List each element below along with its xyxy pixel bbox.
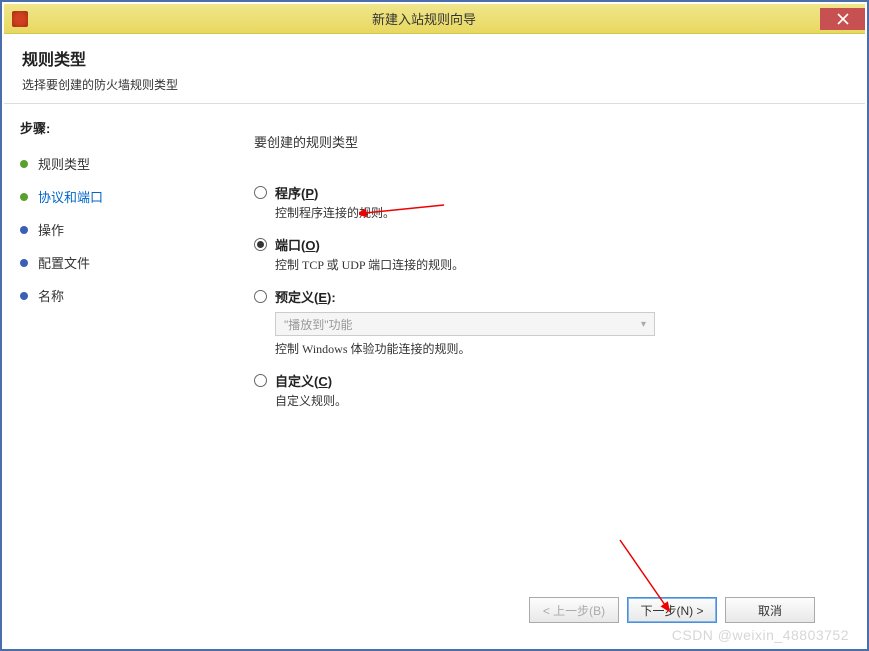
back-button: < 上一步(B) (529, 597, 619, 623)
option-custom-group: 自定义(C) 自定义规则。 (254, 371, 835, 409)
radio-custom[interactable] (254, 374, 267, 387)
main-panel: 要创建的规则类型 程序(P) 控制程序连接的规则。 端口(O) 控制 TCP 或… (214, 104, 865, 645)
step-bullet-icon (20, 259, 28, 267)
step-label: 名称 (38, 286, 64, 305)
page-title: 规则类型 (22, 46, 847, 70)
main-prompt: 要创建的规则类型 (254, 132, 835, 151)
predefined-dropdown[interactable]: "播放到"功能 ▾ (275, 312, 655, 336)
next-button[interactable]: 下一步(N) > (627, 597, 717, 623)
option-port-group: 端口(O) 控制 TCP 或 UDP 端口连接的规则。 (254, 235, 835, 273)
steps-label: 步骤: (20, 118, 204, 137)
step-protocol-port[interactable]: 协议和端口 (20, 180, 204, 213)
header-section: 规则类型 选择要创建的防火墙规则类型 (4, 34, 865, 104)
close-button[interactable] (820, 8, 865, 30)
chevron-down-icon: ▾ (641, 319, 646, 330)
option-custom-label: 自定义(C) (275, 371, 332, 390)
steps-sidebar: 步骤: 规则类型 协议和端口 操作 配置文件 名称 (4, 104, 214, 645)
option-predefined-group: 预定义(E): "播放到"功能 ▾ 控制 Windows 体验功能连接的规则。 (254, 287, 835, 357)
option-custom-desc: 自定义规则。 (275, 392, 835, 409)
dropdown-value: "播放到"功能 (284, 316, 353, 333)
cancel-button[interactable]: 取消 (725, 597, 815, 623)
option-program-label: 程序(P) (275, 183, 318, 202)
step-label: 操作 (38, 220, 64, 239)
option-predefined-desc: 控制 Windows 体验功能连接的规则。 (275, 340, 835, 357)
wizard-window: 新建入站规则向导 规则类型 选择要创建的防火墙规则类型 步骤: 规则类型 协议和… (4, 4, 865, 645)
option-port-desc: 控制 TCP 或 UDP 端口连接的规则。 (275, 256, 835, 273)
radio-port[interactable] (254, 238, 267, 251)
step-profile[interactable]: 配置文件 (20, 246, 204, 279)
step-label: 配置文件 (38, 253, 90, 272)
step-action[interactable]: 操作 (20, 213, 204, 246)
radio-predefined[interactable] (254, 290, 267, 303)
step-bullet-icon (20, 160, 28, 168)
page-subtitle: 选择要创建的防火墙规则类型 (22, 76, 847, 93)
option-program-desc: 控制程序连接的规则。 (275, 204, 835, 221)
radio-program[interactable] (254, 186, 267, 199)
step-label: 规则类型 (38, 154, 90, 173)
step-bullet-icon (20, 292, 28, 300)
option-predefined-label: 预定义(E): (275, 287, 336, 306)
step-rule-type[interactable]: 规则类型 (20, 147, 204, 180)
window-title: 新建入站规则向导 (28, 9, 820, 28)
option-port-label: 端口(O) (275, 235, 320, 254)
titlebar: 新建入站规则向导 (4, 4, 865, 34)
option-program-group: 程序(P) 控制程序连接的规则。 (254, 183, 835, 221)
app-icon (12, 11, 28, 27)
step-bullet-icon (20, 193, 28, 201)
footer-buttons: < 上一步(B) 下一步(N) > 取消 (254, 585, 835, 635)
close-icon (837, 13, 849, 25)
step-name[interactable]: 名称 (20, 279, 204, 312)
step-label: 协议和端口 (38, 187, 103, 206)
step-bullet-icon (20, 226, 28, 234)
